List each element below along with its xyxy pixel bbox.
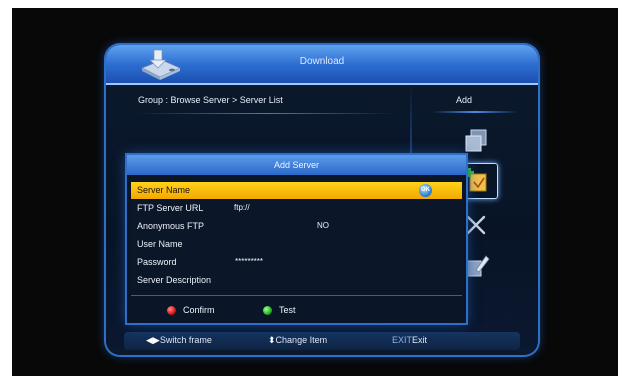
anonymous-ftp-value: NO — [317, 221, 329, 230]
switch-frame-label: Switch frame — [159, 335, 212, 345]
row-label: Anonymous FTP — [137, 221, 205, 231]
side-panel-label: Add — [456, 95, 473, 105]
row-label: User Name — [137, 239, 183, 249]
window-footer: ◀▶Switch frame ⬍Change Item EXITExit — [106, 322, 538, 355]
server-description-row[interactable]: Server Description — [131, 272, 462, 289]
ftp-server-url-row[interactable]: FTP Server URL ftp:// — [131, 200, 462, 217]
breadcrumb: Group : Browse Server > Server List — [138, 95, 283, 105]
exit-label: Exit — [412, 335, 428, 345]
anonymous-ftp-row[interactable]: Anonymous FTP NO — [131, 218, 462, 235]
exit-hint: EXITExit — [392, 335, 427, 345]
ftp-server-url-value: ftp:// — [234, 203, 250, 212]
dialog-body: Server Name OK FTP Server URL ftp:// Ano… — [131, 178, 462, 290]
password-row[interactable]: Password ********* — [131, 254, 462, 271]
confirm-button[interactable]: Confirm — [183, 305, 215, 315]
ok-icon: OK — [419, 184, 432, 197]
divider — [131, 295, 462, 296]
copy-icon[interactable] — [462, 127, 490, 155]
edit-icon[interactable] — [462, 252, 490, 280]
server-name-row[interactable]: Server Name OK — [131, 182, 462, 199]
row-label: Server Name — [137, 185, 191, 195]
password-value: ********* — [235, 257, 264, 266]
exit-key: EXIT — [392, 335, 413, 345]
user-name-row[interactable]: User Name — [131, 236, 462, 253]
dialog-title: Add Server — [273, 160, 320, 170]
row-label: Server Description — [137, 275, 212, 285]
left-right-arrows-icon: ◀▶ — [146, 335, 160, 345]
divider — [432, 111, 518, 113]
test-button[interactable]: Test — [279, 305, 296, 315]
window-title: Download — [299, 56, 345, 67]
switch-frame-hint: ◀▶Switch frame — [146, 335, 212, 346]
row-label: FTP Server URL — [137, 203, 204, 213]
dialog-footer: Confirm Test — [127, 299, 466, 323]
change-item-label: Change Item — [275, 335, 328, 345]
red-button-icon — [167, 306, 176, 315]
add-server-dialog: Add Server Server Name OK FTP Server URL… — [127, 155, 466, 323]
row-label: Password — [137, 257, 177, 267]
up-down-arrows-icon: ⬍ — [268, 335, 276, 345]
window-titlebar: Download — [106, 45, 538, 85]
green-button-icon — [263, 306, 272, 315]
delete-icon[interactable] — [462, 211, 490, 239]
add-folder-icon[interactable] — [462, 166, 490, 194]
divider — [136, 113, 396, 114]
change-item-hint: ⬍Change Item — [268, 335, 327, 346]
dialog-header: Add Server — [127, 155, 466, 175]
